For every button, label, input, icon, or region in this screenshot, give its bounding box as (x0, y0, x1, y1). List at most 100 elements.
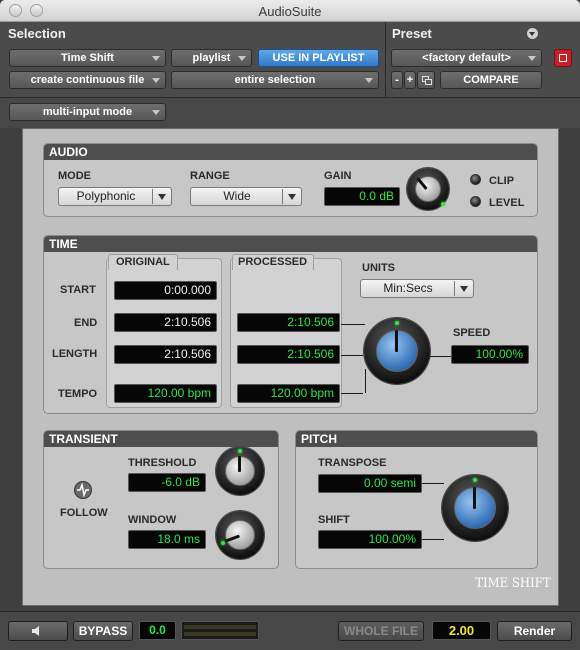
title-bar: AudioSuite (0, 0, 580, 22)
close-icon (559, 54, 567, 62)
original-tab: ORIGINAL (116, 256, 170, 268)
connector-line (341, 393, 363, 394)
transpose-readout[interactable]: 0.00 semi (318, 474, 422, 493)
preset-plus-button[interactable]: + (404, 71, 416, 89)
handle-length-field[interactable]: 2.00 (432, 621, 491, 640)
gain-readout[interactable]: 0.0 dB (324, 187, 400, 206)
plugin-panel: AUDIO MODE Polyphonic RANGE Wide GAIN 0.… (22, 128, 559, 606)
window-knob-cap (225, 520, 255, 550)
processed-tab: PROCESSED (238, 256, 308, 268)
start-original-field[interactable]: 0:00.000 (114, 281, 217, 300)
plugin-selector[interactable]: Time Shift (9, 49, 166, 67)
preset-selector[interactable]: <factory default> (391, 49, 542, 67)
tempo-processed-field[interactable]: 120.00 bpm (237, 384, 340, 403)
range-value: Wide (223, 189, 251, 203)
preset-header: Preset (392, 26, 432, 41)
transient-section: TRANSIENT FOLLOW THRESHOLD -6.0 dB WINDO… (43, 430, 279, 569)
length-original-field[interactable]: 2:10.506 (114, 345, 217, 364)
audio-header: AUDIO (44, 144, 537, 160)
clip-label: CLIP (489, 175, 515, 187)
waveform-icon (77, 482, 89, 498)
chevron-down-icon (152, 110, 160, 115)
follow-toggle[interactable] (74, 481, 92, 499)
pitch-section: PITCH TRANSPOSE 0.00 semi SHIFT 100.00% (295, 430, 538, 569)
preset-minus-button[interactable]: - (391, 71, 403, 89)
file-mode-selector[interactable]: create continuous file (9, 71, 166, 89)
threshold-label: THRESHOLD (128, 457, 197, 469)
audio-section: AUDIO MODE Polyphonic RANGE Wide GAIN 0.… (43, 143, 538, 217)
mode-label: MODE (58, 170, 91, 182)
bypass-button[interactable]: BYPASS (73, 621, 133, 641)
pitch-header: PITCH (296, 431, 537, 447)
selection-header: Selection (8, 26, 66, 41)
threshold-knob-pointer (238, 456, 241, 472)
connector-line (422, 483, 444, 484)
pitch-knob-pointer (473, 487, 476, 509)
input-mode-label: multi-input mode (42, 106, 133, 118)
threshold-knob[interactable] (216, 447, 264, 495)
preset-name: <factory default> (422, 52, 511, 64)
speed-knob[interactable] (364, 318, 430, 384)
end-original-field[interactable]: 2:10.506 (114, 313, 217, 332)
time-header: TIME (44, 236, 537, 252)
render-button[interactable]: Render (497, 621, 572, 641)
gain-knob[interactable] (407, 168, 449, 210)
level-label: LEVEL (489, 197, 525, 209)
clip-indicator (470, 174, 481, 185)
pitch-knob[interactable] (442, 475, 508, 541)
units-selector[interactable]: Min:Secs (360, 279, 474, 298)
gain-label: GAIN (324, 170, 352, 182)
window-led (221, 541, 225, 545)
tempo-original-field[interactable]: 120.00 bpm (114, 384, 217, 403)
threshold-readout[interactable]: -6.0 dB (128, 473, 206, 492)
units-value: Min:Secs (383, 281, 433, 295)
close-plugin-button[interactable] (554, 49, 572, 67)
level-meter (181, 621, 259, 640)
range-label: RANGE (190, 170, 230, 182)
connector-line (341, 355, 363, 356)
range-selector[interactable]: entire selection (171, 71, 379, 89)
window-label: WINDOW (128, 514, 177, 526)
end-processed-field[interactable]: 2:10.506 (237, 313, 340, 332)
playlist-label: playlist (192, 52, 231, 64)
preview-button[interactable] (8, 621, 68, 641)
playlist-selector[interactable]: playlist (171, 49, 252, 67)
time-section: TIME ORIGINAL PROCESSED START END LENGTH… (43, 235, 538, 414)
length-label: LENGTH (52, 348, 98, 360)
chevron-down-icon (152, 78, 160, 83)
window-knob[interactable] (216, 511, 264, 559)
preset-menu-icon[interactable] (527, 28, 538, 39)
window-readout[interactable]: 18.0 ms (128, 530, 206, 549)
connector-line (429, 356, 451, 357)
mode-value: Polyphonic (76, 189, 136, 203)
transient-header: TRANSIENT (44, 431, 278, 447)
chevron-down-icon (460, 286, 468, 292)
copy-icon-back (425, 79, 432, 85)
shift-readout[interactable]: 100.00% (318, 530, 422, 549)
use-in-playlist-button[interactable]: USE IN PLAYLIST (258, 49, 379, 67)
plugin-label: Time Shift (61, 52, 114, 64)
level-indicator (470, 196, 481, 207)
preset-compare-view-button[interactable] (417, 71, 435, 89)
length-processed-field[interactable]: 2:10.506 (237, 345, 340, 364)
pitch-led (473, 478, 477, 482)
speed-knob-pointer (395, 330, 398, 352)
audiosuite-window: AudioSuite Selection Preset Time Shift p… (0, 0, 580, 650)
shift-label: SHIFT (318, 514, 350, 526)
gain-led (441, 202, 445, 206)
mode-selector[interactable]: Polyphonic (58, 187, 172, 206)
compare-button[interactable]: COMPARE (440, 71, 542, 89)
whole-file-button[interactable]: WHOLE FILE (338, 621, 424, 641)
speed-led (395, 321, 399, 325)
connector-line (422, 539, 444, 540)
range-mode-selector[interactable]: Wide (190, 187, 302, 206)
speed-readout[interactable]: 100.00% (451, 345, 529, 364)
start-label: START (60, 284, 96, 296)
input-mode-selector[interactable]: multi-input mode (9, 103, 166, 121)
tempo-label: TEMPO (58, 388, 98, 400)
chevron-down-icon (158, 194, 166, 200)
transpose-label: TRANSPOSE (318, 457, 387, 469)
divider (385, 22, 386, 98)
follow-label: FOLLOW (60, 507, 108, 519)
window-title: AudioSuite (258, 4, 322, 19)
